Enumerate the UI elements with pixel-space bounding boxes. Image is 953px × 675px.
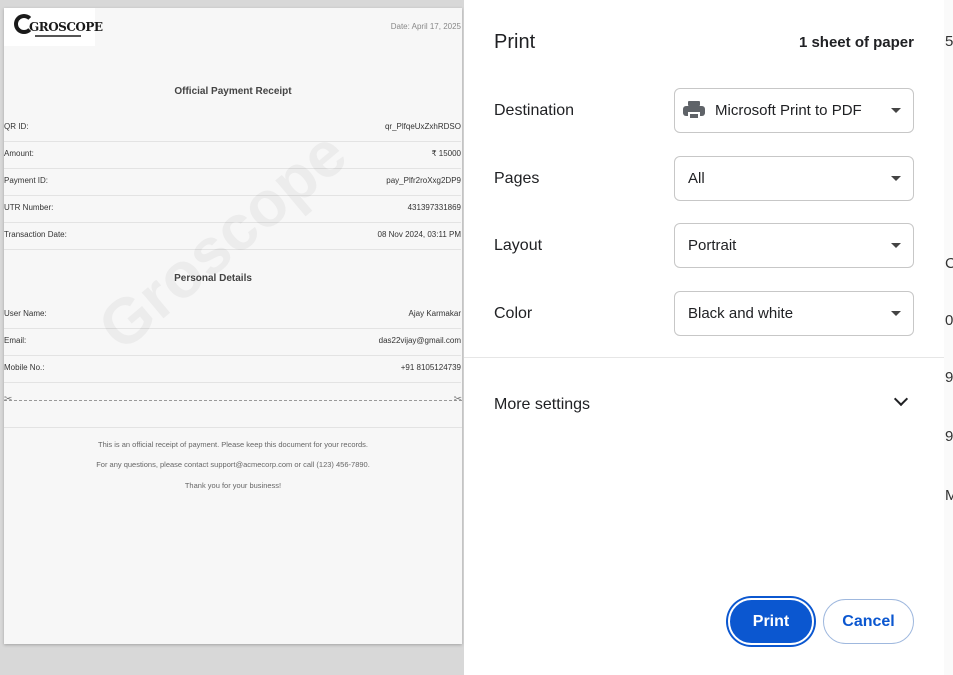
row-label: Email: (4, 336, 27, 345)
background-text: 0 (945, 312, 953, 329)
pages-label: Pages (494, 170, 540, 187)
pages-value: All (688, 170, 705, 187)
footer-divider (4, 427, 462, 428)
receipt-row-transaction-date: Transaction Date: 08 Nov 2024, 03:11 PM (4, 223, 461, 250)
row-value: pay_Plfr2roXxg2DP9 (386, 176, 461, 185)
destination-label: Destination (494, 102, 575, 119)
row-label: User Name: (4, 309, 47, 318)
more-settings-label: More settings (494, 396, 591, 413)
personal-row-mobile: Mobile No.: +91 8105124739 (4, 356, 461, 383)
row-value: ₹ 15000 (431, 149, 461, 158)
row-label: Amount: (4, 149, 34, 158)
background-page-edge: 5 C 0 9 9 M (944, 0, 953, 675)
company-logo: GROSCOPE (4, 8, 103, 46)
background-text: 9 (945, 428, 953, 445)
layout-value: Portrait (688, 237, 737, 254)
personal-row-email: Email: das22vijay@gmail.com (4, 329, 461, 356)
background-text: C (945, 255, 953, 272)
dropdown-arrow-icon (891, 176, 901, 181)
layout-select[interactable]: Portrait (674, 223, 914, 268)
footer-thanks: Thank you for your business! (184, 481, 282, 490)
sheet-count: 1 sheet of paper (798, 34, 914, 51)
color-label: Color (494, 305, 533, 322)
row-value: +91 8105124739 (400, 363, 461, 372)
chevron-down-icon (893, 391, 909, 407)
dropdown-arrow-icon (891, 311, 901, 316)
row-value: Ajay Karmakar (408, 309, 461, 318)
preview-page: GROSCOPE Date: April 17, 2025 Official P… (4, 8, 462, 644)
receipt-row-payment-id: Payment ID: pay_Plfr2roXxg2DP9 (4, 169, 461, 196)
receipt-row-utr: UTR Number: 431397331869 (4, 196, 461, 223)
row-value: 08 Nov 2024, 03:11 PM (377, 230, 461, 239)
printer-icon (683, 101, 705, 121)
print-button[interactable]: Print (728, 598, 814, 645)
logo-text: GROSCOPE (29, 20, 103, 34)
more-settings-toggle[interactable]: More settings (464, 380, 944, 428)
color-select[interactable]: Black and white (674, 291, 914, 336)
receipt-row-amount: Amount: ₹ 15000 (4, 142, 461, 169)
receipt-row-qr-id: QR ID: qr_PlfqeUxZxhRDSO (4, 115, 461, 142)
dropdown-arrow-icon (891, 108, 901, 113)
row-label: Mobile No.: (4, 363, 45, 372)
row-label: Payment ID: (4, 176, 49, 185)
row-label: QR ID: (4, 122, 29, 131)
row-value: qr_PlfqeUxZxhRDSO (384, 122, 461, 131)
color-value: Black and white (688, 305, 794, 322)
cancel-button[interactable]: Cancel (823, 599, 914, 644)
row-value: das22vijay@gmail.com (378, 336, 461, 345)
personal-details-title: Personal Details (174, 273, 252, 284)
layout-label: Layout (494, 237, 543, 254)
footer-contact: For any questions, please contact suppor… (96, 460, 370, 469)
settings-divider (464, 357, 944, 358)
print-dialog: Print 1 sheet of paper Destination Micro… (464, 0, 944, 675)
dropdown-arrow-icon (891, 243, 901, 248)
logo-tagline-bar (35, 35, 81, 37)
row-label: UTR Number: (4, 203, 54, 212)
background-text: 5 (945, 33, 953, 50)
pages-select[interactable]: All (674, 156, 914, 201)
row-label: Transaction Date: (4, 230, 67, 239)
background-text: M (945, 487, 953, 504)
print-preview-area: GROSCOPE Date: April 17, 2025 Official P… (0, 0, 464, 675)
personal-row-user-name: User Name: Ajay Karmakar (4, 302, 461, 329)
receipt-title: Official Payment Receipt (174, 86, 292, 97)
scissors-icon: ✂ (4, 394, 13, 405)
row-value: 431397331869 (407, 203, 461, 212)
destination-select[interactable]: Microsoft Print to PDF (674, 88, 914, 133)
receipt-date: Date: April 17, 2025 (390, 22, 461, 31)
background-text: 9 (945, 369, 953, 386)
dialog-title: Print (494, 31, 536, 53)
footer-note: This is an official receipt of payment. … (98, 440, 368, 449)
scissors-icon: ✂ (453, 394, 462, 405)
cut-line (4, 400, 462, 401)
destination-value: Microsoft Print to PDF (715, 102, 862, 119)
